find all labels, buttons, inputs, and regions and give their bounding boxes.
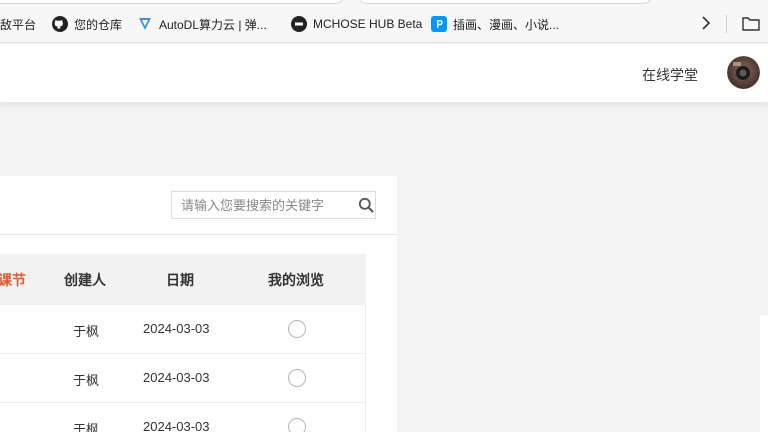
view-radio[interactable] (288, 320, 306, 338)
mchose-icon (291, 16, 307, 32)
github-icon (52, 16, 68, 32)
bookmarks-divider (726, 15, 727, 33)
view-radio[interactable] (288, 369, 306, 387)
table-row: 于枫 2024-03-03 (0, 354, 366, 403)
chevron-right-icon[interactable] (698, 15, 714, 31)
bookmarks-bar: 敌平台 您的仓库 AutoDL算力云 | 弹... MCHOSE HUB Bet… (0, 0, 768, 43)
cell-creator: 于枫 (73, 373, 100, 388)
course-panel: 课节 创建人 日期 我的浏览 于枫 2024-03-03 于枫 2024-03-… (0, 176, 397, 432)
cell-creator: 于枫 (73, 324, 100, 339)
bookmark-label: 敌平台 (0, 17, 37, 32)
header-my-views: 我的浏览 (268, 272, 324, 288)
top-nav: 在线学堂 (0, 44, 768, 102)
side-panel-edge (760, 315, 768, 432)
table-header: 课节 创建人 日期 我的浏览 (0, 254, 366, 305)
cell-date: 2024-03-03 (143, 370, 210, 385)
bookmark-item[interactable]: 敌平台 (0, 14, 36, 34)
nav-link-online-school[interactable]: 在线学堂 (642, 65, 698, 85)
search-box (171, 191, 376, 219)
table-row: 于枫 2024-03-03 (0, 403, 366, 432)
bookmark-label: MCHOSE HUB Beta (313, 17, 423, 31)
table-row: 于枫 2024-03-03 (0, 305, 366, 354)
course-table: 课节 创建人 日期 我的浏览 于枫 2024-03-03 于枫 2024-03-… (0, 254, 366, 432)
bookmark-item[interactable]: AutoDL算力云 | 弹... (137, 14, 267, 34)
bookmark-label: AutoDL算力云 | 弹... (159, 17, 267, 32)
cell-date: 2024-03-03 (143, 419, 210, 432)
pixiv-icon (431, 16, 447, 32)
avatar[interactable] (727, 56, 760, 89)
bookmark-item[interactable]: MCHOSE HUB Beta (291, 14, 422, 34)
header-lesson[interactable]: 课节 (0, 270, 26, 290)
cell-date: 2024-03-03 (143, 321, 210, 336)
header-date: 日期 (166, 272, 194, 288)
bookmark-item[interactable]: 您的仓库 (52, 14, 122, 34)
bookmark-label: 您的仓库 (74, 17, 123, 32)
bookmark-label: 插画、漫画、小说... (453, 17, 560, 32)
bookmark-item[interactable]: 插画、漫画、小说... (431, 14, 559, 34)
cell-creator: 于枫 (73, 422, 100, 432)
search-input[interactable] (172, 192, 357, 218)
browser-tab-edge (0, 0, 345, 4)
header-creator: 创建人 (64, 272, 106, 288)
view-radio[interactable] (288, 418, 306, 432)
folder-icon[interactable] (742, 15, 760, 31)
autodl-icon (137, 16, 153, 32)
search-icon[interactable] (357, 192, 375, 218)
panel-divider (0, 234, 397, 235)
browser-tab-edge (357, 0, 653, 4)
